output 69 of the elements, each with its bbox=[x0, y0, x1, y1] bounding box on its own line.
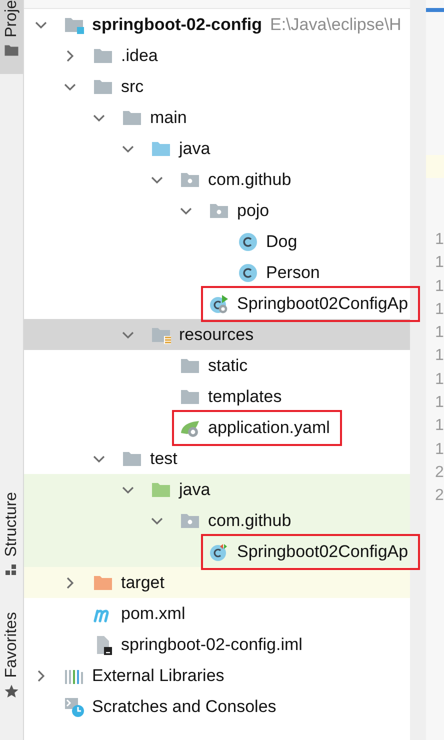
tool-window-tab[interactable]: Proje bbox=[0, 0, 23, 74]
tree-row[interactable]: java bbox=[24, 474, 410, 505]
tree-row[interactable]: static bbox=[24, 350, 410, 381]
tree-item-label: pom.xml bbox=[121, 604, 186, 624]
tree-item-label: src bbox=[121, 76, 144, 96]
tree-item-label: pojo bbox=[237, 200, 270, 220]
tree-row[interactable]: External Libraries bbox=[24, 660, 410, 691]
tree-row[interactable]: Scratches and Consoles bbox=[24, 691, 410, 722]
tree-row[interactable]: Dog bbox=[24, 226, 410, 257]
line-number: 1 bbox=[435, 253, 444, 274]
star-icon bbox=[4, 684, 19, 700]
tree-row[interactable]: pom.xml bbox=[24, 598, 410, 629]
tool-window-tab[interactable]: Favorites bbox=[0, 612, 23, 706]
tree-row[interactable]: main bbox=[24, 102, 410, 133]
tree-item-label: target bbox=[121, 572, 164, 592]
line-number: 1 bbox=[435, 440, 444, 460]
tree-row[interactable]: application.yaml bbox=[24, 412, 410, 443]
tree-row[interactable]: springboot-02-config.iml bbox=[24, 629, 410, 660]
tree-row[interactable]: target bbox=[24, 567, 410, 598]
tree-item-label: Springboot02ConfigAp bbox=[237, 542, 408, 562]
tree-row[interactable]: resources bbox=[24, 319, 410, 350]
tree-row[interactable]: com.github bbox=[24, 505, 410, 536]
active-tab-indicator bbox=[426, 8, 444, 12]
line-number: 1 bbox=[435, 300, 444, 320]
line-number: 2 bbox=[435, 462, 444, 483]
tree-item-label: Scratches and Consoles bbox=[92, 696, 276, 716]
tree-item-label: .idea bbox=[121, 46, 158, 66]
line-number: 1 bbox=[435, 370, 444, 390]
tree-item-label: springboot-02-config.iml bbox=[121, 634, 302, 654]
tree-row[interactable]: .idea bbox=[24, 40, 410, 71]
tree-item-label: java bbox=[179, 138, 210, 158]
tree-row[interactable]: Springboot02ConfigAp bbox=[24, 288, 410, 319]
tree-item-label: External Libraries bbox=[92, 666, 224, 686]
tree-item-label: application.yaml bbox=[208, 418, 330, 438]
tree-item-label: Person bbox=[266, 262, 320, 282]
tree-row[interactable]: java bbox=[24, 133, 410, 164]
class-icon bbox=[238, 262, 258, 282]
class-run-icon bbox=[209, 294, 229, 314]
tree-row[interactable]: Person bbox=[24, 257, 410, 288]
folder-icon bbox=[4, 43, 19, 58]
tree-item-label: resources bbox=[179, 324, 254, 344]
line-number: 1 bbox=[435, 393, 444, 414]
tree-item-label: java bbox=[179, 480, 210, 500]
line-number: 2 bbox=[435, 486, 444, 506]
tree-item-label: Springboot02ConfigAp bbox=[237, 294, 408, 314]
tree-row[interactable]: test bbox=[24, 443, 410, 474]
line-number: 1 bbox=[435, 230, 444, 250]
tree-item-label: templates bbox=[208, 386, 282, 406]
tree-item-label: main bbox=[150, 108, 187, 128]
tree-row[interactable]: pojo bbox=[24, 195, 410, 226]
tree-item-label: Dog bbox=[266, 232, 298, 252]
scratch-clock-icon bbox=[64, 696, 84, 716]
line-number: 1 bbox=[435, 323, 444, 344]
tree-item-label: test bbox=[150, 448, 178, 468]
project-path: E:\Java\eclipse\H bbox=[270, 14, 402, 34]
tree-item-label: com.github bbox=[208, 510, 292, 530]
tool-window-tab[interactable]: Structure bbox=[0, 492, 23, 584]
line-number: 1 bbox=[435, 276, 444, 297]
tree-row[interactable]: src bbox=[24, 71, 410, 102]
class-icon bbox=[238, 232, 258, 252]
line-number: 1 bbox=[435, 416, 444, 436]
tree-item-label: springboot-02-config bbox=[92, 14, 262, 34]
class-icon bbox=[209, 542, 229, 562]
tree-item-label: com.github bbox=[208, 170, 292, 190]
line-number: 1 bbox=[435, 346, 444, 366]
tree-row[interactable]: com.github bbox=[24, 164, 410, 195]
tree-row[interactable]: templates bbox=[24, 381, 410, 412]
tree-row[interactable]: springboot-02-config E:\Java\eclipse\H bbox=[24, 9, 410, 40]
tree-item-label: static bbox=[208, 356, 248, 376]
